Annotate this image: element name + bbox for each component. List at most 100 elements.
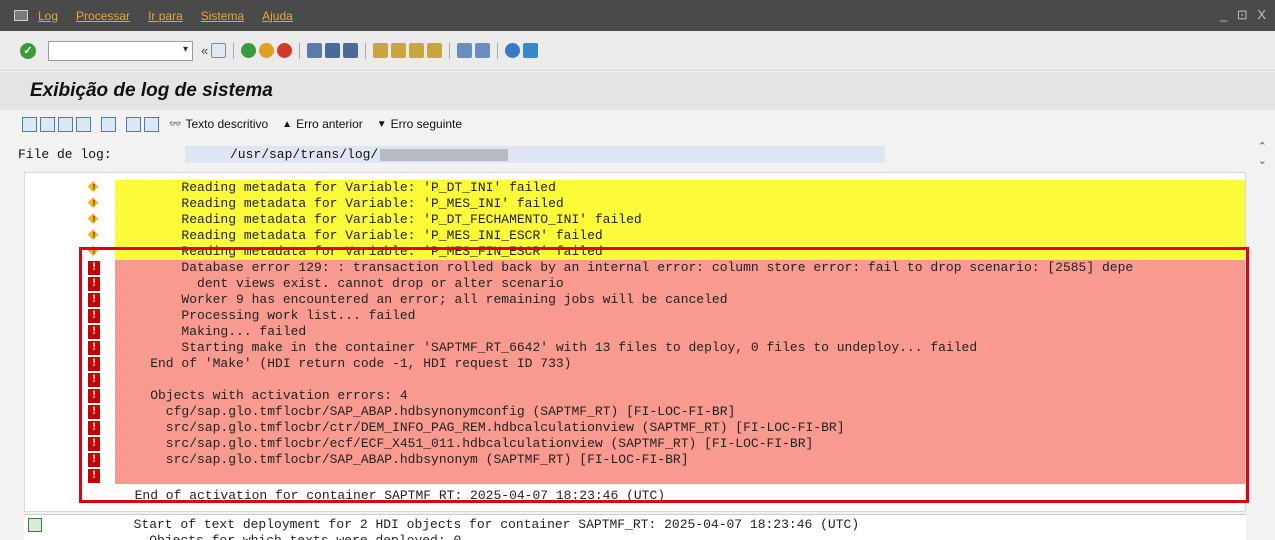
- log-row-text: Reading metadata for Variable: 'P_MES_FI…: [115, 244, 1245, 260]
- standard-toolbar: ✓ ▾ «: [0, 31, 1275, 71]
- warning-icon: !: [88, 196, 100, 211]
- log-row[interactable]: ! Worker 9 has encountered an error; all…: [25, 292, 1247, 308]
- log-row[interactable]: End of activation for container SAPTMF_R…: [25, 488, 1247, 504]
- log-row-text: Database error 129: : transaction rolled…: [115, 260, 1245, 276]
- log-row-text: [115, 372, 1245, 388]
- log-row[interactable]: ! Objects with activation errors: 4: [25, 388, 1247, 404]
- error-icon: !: [88, 469, 100, 483]
- help-icon[interactable]: [505, 43, 521, 58]
- enter-checkmark-icon[interactable]: ✓: [20, 42, 36, 59]
- log-row[interactable]: !: [25, 372, 1247, 388]
- log-row[interactable]: ! Database error 129: : transaction roll…: [25, 260, 1247, 276]
- log-list[interactable]: ! Reading metadata for Variable: 'P_DT_I…: [24, 172, 1246, 512]
- toolbar-separator: [365, 42, 367, 59]
- log-row-text: End of 'Make' (HDI return code -1, HDI r…: [115, 356, 1245, 372]
- error-icon: !: [88, 437, 100, 451]
- log-row[interactable]: ! Reading metadata for Variable: 'P_MES_…: [25, 196, 1247, 212]
- collapse-back-icon[interactable]: «: [201, 43, 208, 58]
- log-row[interactable]: ! Processing work list... failed: [25, 308, 1247, 324]
- file-log-label: File de log:: [18, 147, 112, 162]
- log-row-text: dent views exist. cannot drop or alter s…: [115, 276, 1245, 292]
- erro-seguinte-button[interactable]: ▼ Erro seguinte: [377, 117, 462, 131]
- table-icon[interactable]: [126, 116, 141, 132]
- chevron-down-icon[interactable]: ▾: [183, 44, 188, 55]
- print-icon[interactable]: [307, 43, 323, 58]
- log-row[interactable]: ! src/sap.glo.tmflocbr/SAP_ABAP.hdbsynon…: [25, 452, 1247, 468]
- menu-processar[interactable]: Processar: [76, 9, 130, 23]
- last-page-icon[interactable]: [427, 43, 443, 58]
- next-page-icon[interactable]: [409, 43, 425, 58]
- find-next-icon[interactable]: [343, 43, 359, 58]
- error-icon: !: [88, 373, 100, 387]
- texto-descritivo-button[interactable]: 👓 Texto descritivo: [169, 117, 268, 131]
- app-menu-icon[interactable]: [14, 10, 28, 21]
- log-row[interactable]: ! End of 'Make' (HDI return code -1, HDI…: [25, 356, 1247, 372]
- log-row[interactable]: ! src/sap.glo.tmflocbr/ctr/DEM_INFO_PAG_…: [25, 420, 1247, 436]
- scroll-down-icon[interactable]: ⌄: [1258, 154, 1267, 168]
- log-row[interactable]: ! Reading metadata for Variable: 'P_MES_…: [25, 244, 1247, 260]
- log-row[interactable]: ! Reading metadata for Variable: 'P_DT_I…: [25, 180, 1247, 196]
- log-row-text: cfg/sap.glo.tmflocbr/SAP_ABAP.hdbsynonym…: [115, 404, 1245, 420]
- log-list-next-section[interactable]: Start of text deployment for 2 HDI objec…: [24, 514, 1246, 540]
- command-field[interactable]: ▾: [48, 40, 193, 61]
- back-green-icon[interactable]: [241, 43, 257, 58]
- refresh-icon[interactable]: [101, 116, 116, 132]
- log-row-text: Processing work list... failed: [115, 308, 1245, 324]
- redacted-filename: [380, 148, 509, 161]
- detail-icon[interactable]: [40, 116, 55, 132]
- log-row[interactable]: ! dent views exist. cannot drop or alter…: [25, 276, 1247, 292]
- window-controls[interactable]: _ ⊡ X: [1220, 7, 1269, 23]
- list-icon[interactable]: [144, 116, 159, 132]
- cancel-red-icon[interactable]: [277, 43, 293, 58]
- log-row[interactable]: ! Starting make in the container 'SAPTMF…: [25, 340, 1247, 356]
- shortcut-icon[interactable]: [475, 43, 491, 58]
- error-icon: !: [88, 421, 100, 435]
- log-row-text: Making... failed: [115, 324, 1245, 340]
- menu-ir-para[interactable]: Ir para: [148, 9, 183, 23]
- save-icon[interactable]: [211, 43, 227, 58]
- log-row[interactable]: ! src/sap.glo.tmflocbr/ecf/ECF_X451_011.…: [25, 436, 1247, 452]
- log-row-text: src/sap.glo.tmflocbr/ecf/ECF_X451_011.hd…: [115, 436, 1245, 452]
- log-row-text: Reading metadata for Variable: 'P_DT_FEC…: [115, 212, 1245, 228]
- error-icon: !: [88, 453, 100, 467]
- file-log-path-field[interactable]: /usr/sap/trans/log/: [185, 146, 885, 163]
- document-icon[interactable]: [58, 116, 73, 132]
- error-icon: !: [88, 261, 100, 275]
- previous-page-icon[interactable]: [391, 43, 407, 58]
- find-icon[interactable]: [325, 43, 341, 58]
- exit-yellow-icon[interactable]: [259, 43, 275, 58]
- error-icon: !: [88, 389, 100, 403]
- log-row[interactable]: Objects for which texts were deployed: 0: [24, 533, 1246, 540]
- glasses-icon: 👓: [169, 118, 182, 130]
- toolbar-separator: [299, 42, 301, 59]
- menu-bar: Log Processar Ir para Sistema Ajuda _ ⊡ …: [0, 0, 1275, 31]
- page-title: Exibição de log de sistema: [30, 80, 273, 101]
- customize-layout-icon[interactable]: [523, 43, 539, 58]
- menu-sistema[interactable]: Sistema: [201, 9, 244, 23]
- log-row[interactable]: Start of text deployment for 2 HDI objec…: [24, 517, 1246, 533]
- log-row[interactable]: !: [25, 468, 1247, 484]
- warning-icon: !: [88, 212, 100, 227]
- toolbar-separator: [497, 42, 499, 59]
- error-icon: !: [88, 293, 100, 307]
- collapse-icon[interactable]: [76, 116, 91, 132]
- log-row-text: Reading metadata for Variable: 'P_MES_IN…: [115, 196, 1245, 212]
- log-row[interactable]: ! Reading metadata for Variable: 'P_MES_…: [25, 228, 1247, 244]
- scroll-up-icon[interactable]: ⌃: [1258, 140, 1267, 154]
- file-log-path: /usr/sap/trans/log/: [230, 147, 379, 162]
- log-row-text: Starting make in the container 'SAPTMF_R…: [115, 340, 1245, 356]
- scroll-arrows[interactable]: ⌃ ⌄: [1258, 140, 1267, 168]
- error-icon: !: [88, 277, 100, 291]
- expand-all-icon[interactable]: [22, 116, 37, 132]
- new-session-icon[interactable]: [457, 43, 473, 58]
- erro-anterior-button[interactable]: ▲ Erro anterior: [282, 117, 363, 131]
- log-row[interactable]: ! Making... failed: [25, 324, 1247, 340]
- toolbar-separator: [449, 42, 451, 59]
- menu-ajuda[interactable]: Ajuda: [262, 9, 293, 23]
- log-row[interactable]: ! Reading metadata for Variable: 'P_DT_F…: [25, 212, 1247, 228]
- log-row-text: [115, 468, 1245, 484]
- triangle-up-icon: ▲: [282, 118, 293, 130]
- menu-log[interactable]: Log: [38, 9, 58, 23]
- first-page-icon[interactable]: [373, 43, 389, 58]
- log-row[interactable]: ! cfg/sap.glo.tmflocbr/SAP_ABAP.hdbsynon…: [25, 404, 1247, 420]
